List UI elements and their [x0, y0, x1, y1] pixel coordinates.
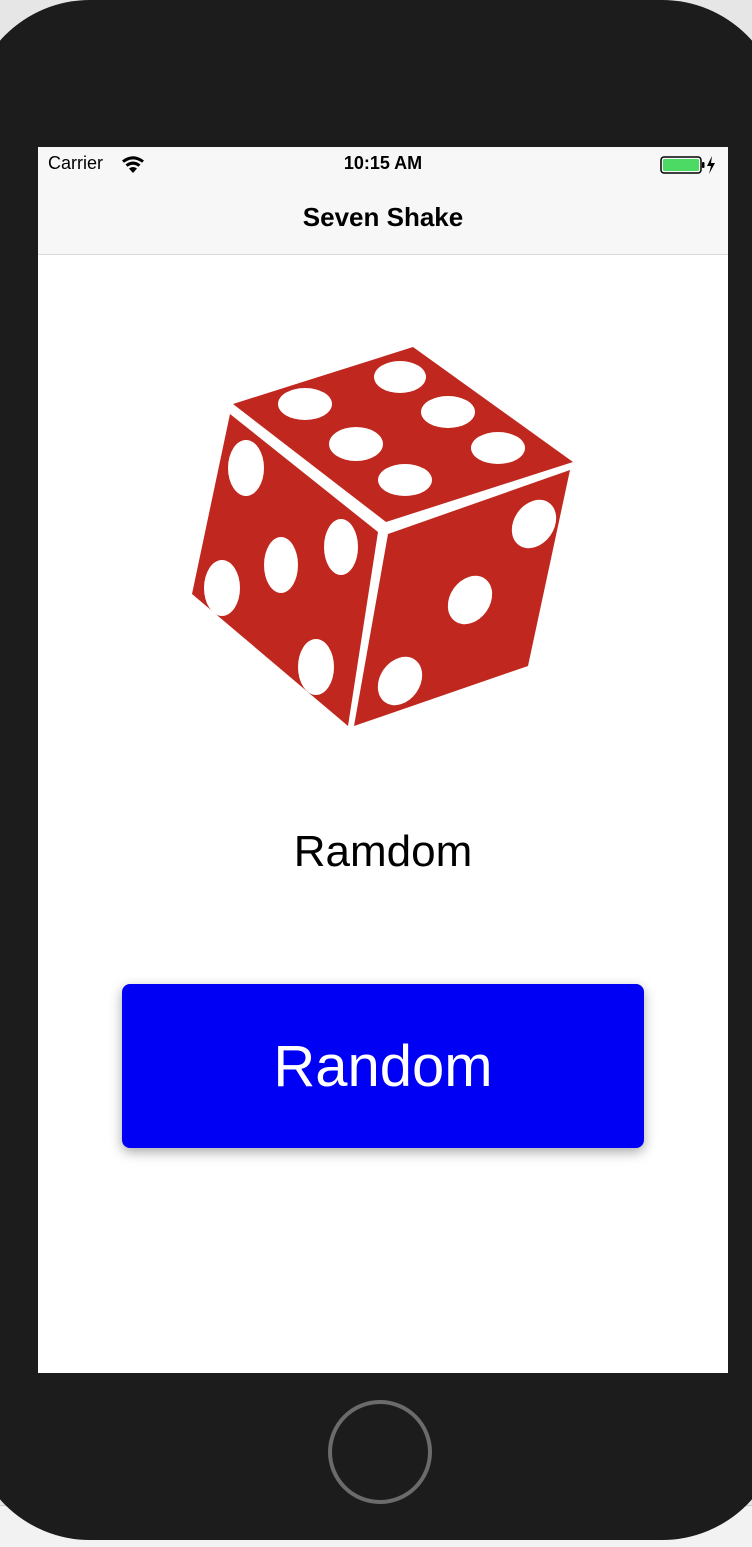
navigation-bar: Seven Shake — [38, 183, 728, 255]
battery-charging-icon — [660, 156, 715, 174]
random-button[interactable]: Random — [122, 984, 644, 1148]
dice-icon — [192, 347, 573, 726]
home-button[interactable] — [328, 1400, 432, 1504]
status-time: 10:15 AM — [343, 153, 423, 173]
nav-title: Seven Shake — [302, 202, 464, 232]
status-bar: Carrier 10:15 AM — [38, 147, 728, 183]
result-label: Ramdom — [293, 827, 473, 876]
simulator-screen: Carrier 10:15 AM Seven Shake Ramdom Rand… — [38, 147, 728, 1373]
